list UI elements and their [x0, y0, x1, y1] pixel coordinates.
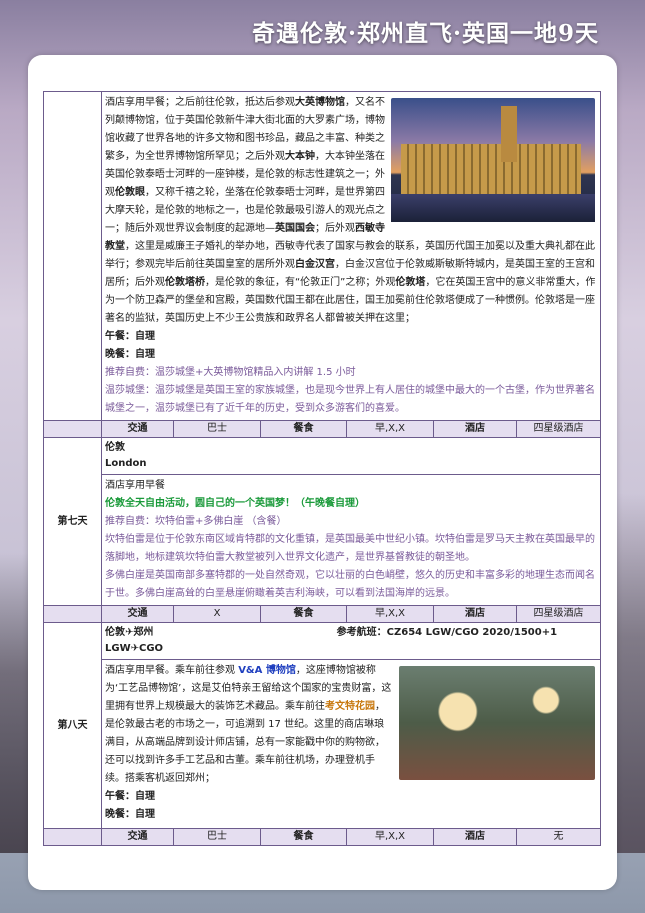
day6-highlight: 白金汉宫 — [295, 259, 335, 270]
day7-breakfast: 酒店享用早餐 — [105, 480, 165, 491]
meal-label: 餐食 — [260, 828, 347, 846]
day6-text: ；后外观 — [315, 223, 355, 234]
day6-content: 酒店享用早餐；之后前往伦敦，抵达后参观大英博物馆，又名不列颠博物馆，位于英国伦敦… — [100, 91, 602, 421]
hotel-value: 四星级酒店 — [515, 605, 602, 623]
day7-info-row: 交通 X 餐食 早,X,X 酒店 四星级酒店 — [43, 605, 602, 623]
day7-content: 酒店享用早餐 伦敦全天自由活动，圆自己的一个英国梦！（午晚餐自理） 推荐自费：坎… — [100, 474, 602, 606]
covent-garden-photo — [399, 666, 596, 780]
day7-canterbury-desc: 坎特伯雷是位于伦敦东南区域肯特郡的文化重镇，是英国最美中世纪小镇。坎特伯雷是罗马… — [105, 534, 595, 563]
day8-info-row: 交通 巴士 餐食 早,X,X 酒店 无 — [43, 828, 602, 846]
hotel-value: 四星级酒店 — [515, 420, 602, 438]
meal-value: 早,X,X — [346, 828, 434, 846]
day8-text: ，是伦敦最古老的市场之一，可追溯到 17 世纪。这里的商店琳琅满目，从高端品牌到… — [105, 701, 385, 784]
page-title: 奇遇伦敦·郑州直飞·英国一地9天 — [251, 20, 599, 47]
day7-recommend: 推荐自费：坎特伯雷+多佛白崖 （含餐） — [105, 516, 287, 527]
day6-recommend-desc: 温莎城堡：温莎城堡是英国王室的家族城堡，也是现今世界上有人居住的城堡中最大的一个… — [105, 385, 595, 414]
day6-highlight: 大英博物馆 — [295, 97, 345, 108]
day6-text: 酒店享用早餐；之后前往伦敦，抵达后参观 — [105, 97, 295, 108]
hotel-label: 酒店 — [433, 828, 517, 846]
day8-highlight: 考文特花园 — [325, 701, 375, 712]
parliament-building-shape — [401, 144, 582, 194]
itinerary-table: 酒店享用早餐；之后前往伦敦，抵达后参观大英博物馆，又名不列颠博物馆，位于英国伦敦… — [43, 91, 602, 846]
day6-highlight: 伦敦眼 — [115, 187, 145, 198]
day6-highlight: 英国国会 — [275, 223, 315, 234]
day8-route: 伦敦✈郑州 — [105, 627, 154, 638]
transport-label: 交通 — [101, 420, 174, 438]
day6-dinner: 晚餐：自理 — [105, 349, 155, 360]
meal-label: 餐食 — [260, 605, 347, 623]
day7-city-en: London — [105, 458, 147, 469]
day6-info-row: 交通 巴士 餐食 早,X,X 酒店 四星级酒店 — [43, 420, 602, 438]
meal-value: 早,X,X — [346, 605, 434, 623]
day7-city-cn: 伦敦 — [105, 442, 125, 453]
day8-label: 第八天 — [43, 622, 102, 829]
big-ben-tower-shape — [501, 106, 518, 162]
day6-lunch: 午餐：自理 — [105, 331, 155, 342]
day6-highlight: 大本钟 — [285, 151, 315, 162]
day7-free-activity: 伦敦全天自由活动，圆自己的一个英国梦！（午晚餐自理） — [105, 498, 365, 509]
hotel-label: 酒店 — [433, 605, 517, 623]
day8-content-row: 酒店享用早餐。乘车前往参观 V&A 博物馆，这座博物馆被称为‘工艺品博物馆’，这… — [44, 659, 602, 829]
meal-value: 早,X,X — [346, 420, 434, 438]
day7-label: 第七天 — [43, 437, 102, 606]
transport-value: 巴士 — [173, 828, 261, 846]
day8-route-code: LGW✈CGO — [105, 643, 164, 654]
day6-text: ，是伦敦的象征，有“伦敦正门”之称；外观 — [205, 277, 396, 288]
day8-lunch: 午餐：自理 — [105, 791, 155, 802]
transport-value: 巴士 — [173, 420, 261, 438]
day8-text: 酒店享用早餐。乘车前往参观 — [105, 665, 239, 676]
transport-value: X — [173, 605, 261, 623]
day6-highlight: 伦敦塔 — [395, 277, 426, 288]
day6-row: 酒店享用早餐；之后前往伦敦，抵达后参观大英博物馆，又名不列颠博物馆，位于英国伦敦… — [43, 91, 602, 421]
transport-label: 交通 — [101, 828, 174, 846]
day8-dinner: 晚餐：自理 — [105, 809, 155, 820]
day8-highlight: V&A 博物馆 — [238, 665, 296, 676]
day7-content-row: 酒店享用早餐 伦敦全天自由活动，圆自己的一个英国梦！（午晚餐自理） 推荐自费：坎… — [44, 474, 602, 606]
day6-recommend: 推荐自费：温莎城堡+大英博物馆精品入内讲解 1.5 小时 — [105, 367, 356, 378]
day6-label-cell — [43, 91, 102, 421]
big-ben-parliament-photo — [391, 98, 596, 222]
day6-highlight: 伦敦塔桥 — [165, 277, 205, 288]
hotel-label: 酒店 — [433, 420, 517, 438]
transport-label: 交通 — [101, 605, 174, 623]
meal-label: 餐食 — [260, 420, 347, 438]
thames-river-shape — [391, 194, 596, 222]
day7-dover-desc: 多佛白崖是英国南部多塞特郡的一处自然奇观，它以壮丽的白色峭壁，悠久的历史和丰富多… — [105, 570, 595, 599]
day8-flight: 参考航班：CZ654 LGW/CGO 2020/1500+1 — [336, 627, 558, 638]
day7-header-row: 第七天 伦敦 London — [43, 437, 602, 606]
day8-header-row: 第八天 伦敦✈郑州 参考航班：CZ654 LGW/CGO 2020/1500+1… — [43, 622, 602, 829]
day8-content: 酒店享用早餐。乘车前往参观 V&A 博物馆，这座博物馆被称为‘工艺品博物馆’，这… — [100, 659, 602, 829]
hotel-value: 无 — [515, 828, 602, 846]
